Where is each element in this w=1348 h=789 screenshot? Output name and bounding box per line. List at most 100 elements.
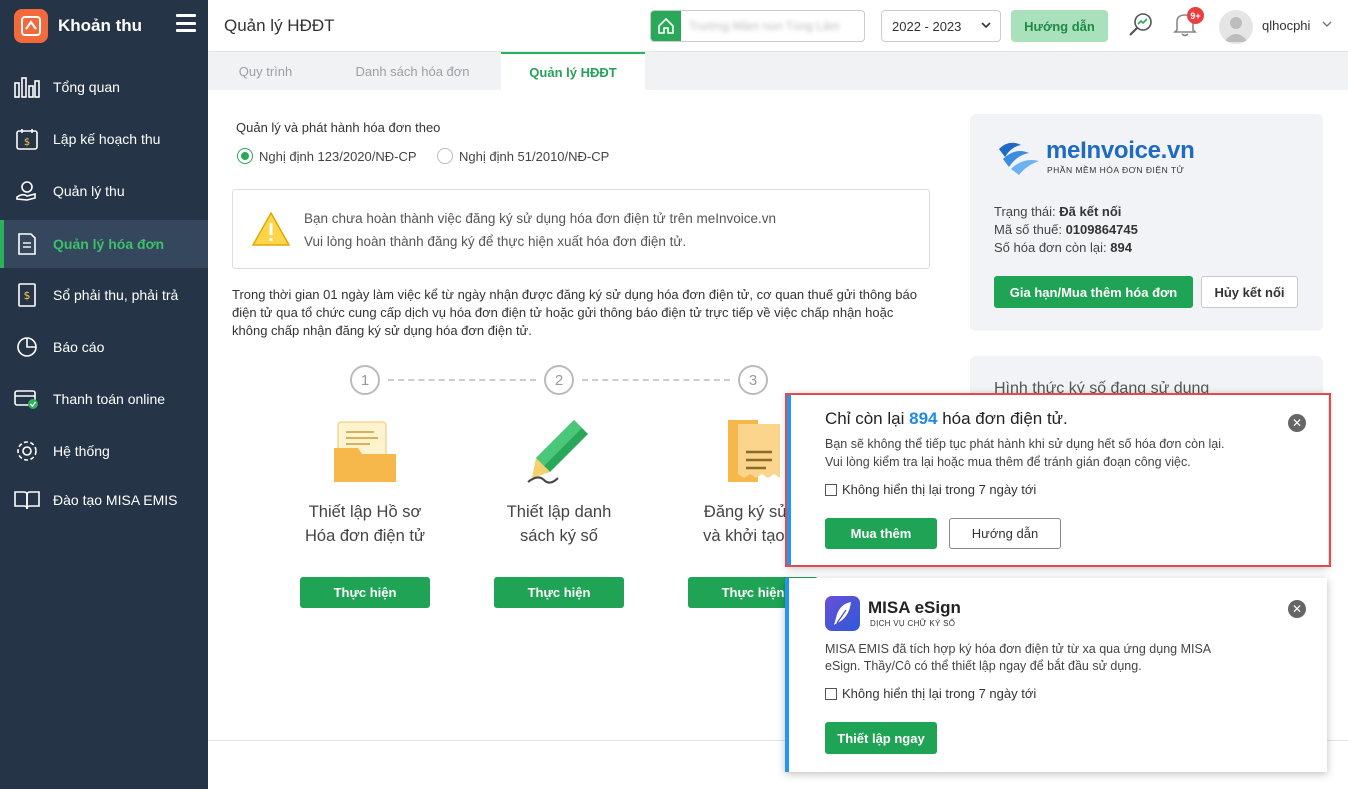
radio-decree-123[interactable]: Nghị định 123/2020/NĐ-CP bbox=[237, 148, 417, 164]
popup-title-suffix: hóa đơn điện tử. bbox=[942, 409, 1068, 428]
sidebar-item-label: Quản lý thu bbox=[53, 183, 125, 199]
pen-signature-icon bbox=[524, 416, 594, 486]
meinvoice-brand: meInvoice.vn bbox=[1046, 137, 1195, 164]
disconnect-button[interactable]: Hủy kết nối bbox=[1201, 276, 1298, 308]
sidebar-header: Khoản thu bbox=[0, 0, 208, 52]
home-icon[interactable] bbox=[651, 11, 681, 41]
sidebar-item-label: Quản lý hóa đơn bbox=[53, 236, 165, 252]
popup-guide-button[interactable]: Hướng dẫn bbox=[949, 518, 1061, 549]
renew-buy-more-button[interactable]: Gia hạn/Mua thêm hóa đơn bbox=[994, 276, 1193, 308]
chevron-down-icon[interactable] bbox=[1321, 18, 1333, 33]
tab-invoice-list[interactable]: Danh sách hóa đơn bbox=[330, 52, 495, 90]
popup-line-2: Vui lòng kiểm tra lại hoặc mua thêm để t… bbox=[825, 455, 1191, 469]
popup-line-1: Bạn sẽ không thể tiếp tục phát hành khi … bbox=[825, 437, 1225, 451]
step-connector bbox=[582, 379, 730, 381]
sidebar-item-reports[interactable]: Báo cáo bbox=[0, 323, 208, 371]
svg-text:$: $ bbox=[24, 137, 30, 148]
header-guide-button[interactable]: Hướng dẫn bbox=[1011, 10, 1108, 42]
sidebar-item-planning[interactable]: $ Lập kế hoạch thu bbox=[0, 115, 208, 163]
sidebar-item-label: Tổng quan bbox=[53, 79, 120, 95]
sidebar-item-online-payment[interactable]: Thanh toán online bbox=[0, 375, 208, 423]
sidebar-item-label: Lập kế hoạch thu bbox=[53, 131, 161, 147]
receipt-folder-icon bbox=[718, 416, 788, 486]
close-icon[interactable]: ✕ bbox=[1288, 414, 1306, 432]
step-title-line: sách ký số bbox=[520, 527, 598, 545]
search-analytics-icon[interactable] bbox=[1128, 12, 1154, 41]
tab-process[interactable]: Quy trình bbox=[208, 52, 323, 90]
esign-line-2: eSign. Thầy/Cô có thể thiết lập ngay để … bbox=[825, 659, 1142, 673]
esign-line-1: MISA EMIS đã tích hợp ký hóa đơn điện tử… bbox=[825, 642, 1212, 656]
step-number-1: 1 bbox=[350, 365, 380, 395]
step-title-2: Thiết lập danh sách ký số bbox=[469, 500, 649, 548]
notification-badge: 9+ bbox=[1187, 7, 1204, 24]
gear-icon bbox=[14, 438, 40, 464]
chevron-down-icon bbox=[980, 19, 992, 34]
step-title-line: Thiết lập Hồ sơ bbox=[308, 503, 422, 521]
step-number-3: 3 bbox=[738, 365, 768, 395]
checkbox-label: Không hiển thị lại trong 7 ngày tới bbox=[842, 686, 1037, 701]
close-icon[interactable]: ✕ bbox=[1288, 600, 1306, 618]
popup-remaining-count: 894 bbox=[909, 409, 938, 428]
popup-title-prefix: Chỉ còn lại bbox=[825, 409, 905, 428]
status-value: Đã kết nối bbox=[1059, 204, 1122, 219]
status-label: Trạng thái: bbox=[994, 204, 1056, 219]
avatar[interactable] bbox=[1219, 10, 1253, 44]
step-2-execute-button[interactable]: Thực hiện bbox=[494, 577, 624, 608]
sidebar-item-collection[interactable]: Quản lý thu bbox=[0, 167, 208, 215]
sidebar-item-system[interactable]: Hệ thống bbox=[0, 427, 208, 475]
sidebar-item-label: Hệ thống bbox=[53, 443, 110, 459]
remaining-value: 894 bbox=[1110, 240, 1132, 255]
connection-status: Trạng thái: Đã kết nối bbox=[994, 204, 1121, 219]
app-logo-icon[interactable] bbox=[14, 9, 48, 43]
sidebar: Khoản thu Tổng quan $ Lập kế hoạch thu Q… bbox=[0, 0, 208, 789]
checkbox-icon bbox=[825, 687, 837, 700]
invoice-icon bbox=[14, 231, 40, 257]
school-year-select[interactable]: 2022 - 2023 bbox=[881, 10, 1001, 42]
sidebar-item-label: Thanh toán online bbox=[53, 391, 166, 407]
sidebar-item-invoices[interactable]: Quản lý hóa đơn bbox=[0, 220, 208, 268]
meinvoice-tagline: PHẦN MỀM HÓA ĐƠN ĐIỆN TỬ bbox=[1047, 165, 1185, 175]
folder-document-icon bbox=[330, 416, 400, 486]
book-icon bbox=[14, 487, 40, 513]
remaining-invoices: Số hóa đơn còn lại: 894 bbox=[994, 240, 1132, 255]
radio-selected-icon bbox=[237, 148, 253, 164]
pie-chart-icon bbox=[14, 334, 40, 360]
buy-more-button[interactable]: Mua thêm bbox=[825, 518, 937, 549]
sidebar-item-label: Sổ phải thu, phải trả bbox=[53, 287, 179, 303]
esign-brand: MISA eSign bbox=[868, 598, 961, 617]
hamburger-menu-icon[interactable] bbox=[176, 14, 196, 32]
warning-line-2: Vui lòng hoàn thành đăng ký để thực hiện… bbox=[304, 234, 687, 249]
warning-line-1: Bạn chưa hoàn thành việc đăng ký sử dụng… bbox=[304, 211, 777, 226]
tab-einvoice-management[interactable]: Quản lý HĐĐT bbox=[501, 52, 645, 90]
money-hand-icon bbox=[14, 178, 40, 204]
sidebar-item-overview[interactable]: Tổng quan bbox=[0, 63, 208, 111]
dont-show-again-checkbox[interactable]: Không hiển thị lại trong 7 ngày tới bbox=[825, 686, 1036, 701]
app-title: Khoản thu bbox=[58, 16, 143, 35]
radio-empty-icon bbox=[437, 148, 453, 164]
username[interactable]: qlhocphi bbox=[1262, 18, 1310, 33]
sidebar-item-ledger[interactable]: $ Sổ phải thu, phải trả bbox=[0, 271, 208, 319]
step-title-line: Thiết lập danh bbox=[506, 503, 612, 521]
intro-label: Quản lý và phát hành hóa đơn theo bbox=[236, 120, 441, 135]
school-name: Trường Mầm non Tùng Lâm bbox=[689, 19, 840, 33]
sidebar-item-training[interactable]: Đào tạo MISA EMIS bbox=[0, 476, 208, 524]
warning-icon bbox=[251, 211, 291, 250]
setup-now-button[interactable]: Thiết lập ngay bbox=[825, 722, 937, 754]
popup-title: Chỉ còn lại 894 hóa đơn điện tử. bbox=[825, 409, 1068, 429]
dont-show-again-checkbox[interactable]: Không hiển thị lại trong 7 ngày tới bbox=[825, 482, 1036, 497]
school-selector[interactable]: Trường Mầm non Tùng Lâm bbox=[650, 10, 865, 42]
step-1-execute-button[interactable]: Thực hiện bbox=[300, 577, 430, 608]
online-payment-icon bbox=[14, 386, 40, 412]
sidebar-item-label: Đào tạo MISA EMIS bbox=[53, 492, 178, 508]
radio-decree-51[interactable]: Nghị định 51/2010/NĐ-CP bbox=[437, 148, 609, 164]
bar-chart-icon bbox=[14, 74, 40, 100]
calendar-money-icon: $ bbox=[14, 126, 40, 152]
checkbox-label: Không hiển thị lại trong 7 ngày tới bbox=[842, 482, 1037, 497]
esign-feather-icon bbox=[825, 596, 860, 631]
remaining-label: Số hóa đơn còn lại: bbox=[994, 240, 1107, 255]
svg-text:$: $ bbox=[24, 289, 31, 302]
step-connector bbox=[388, 379, 536, 381]
step-title-line: Hóa đơn điện tử bbox=[304, 527, 426, 545]
info-paragraph: Trong thời gian 01 ngày làm việc kể từ n… bbox=[232, 287, 917, 338]
step-number-2: 2 bbox=[544, 365, 574, 395]
